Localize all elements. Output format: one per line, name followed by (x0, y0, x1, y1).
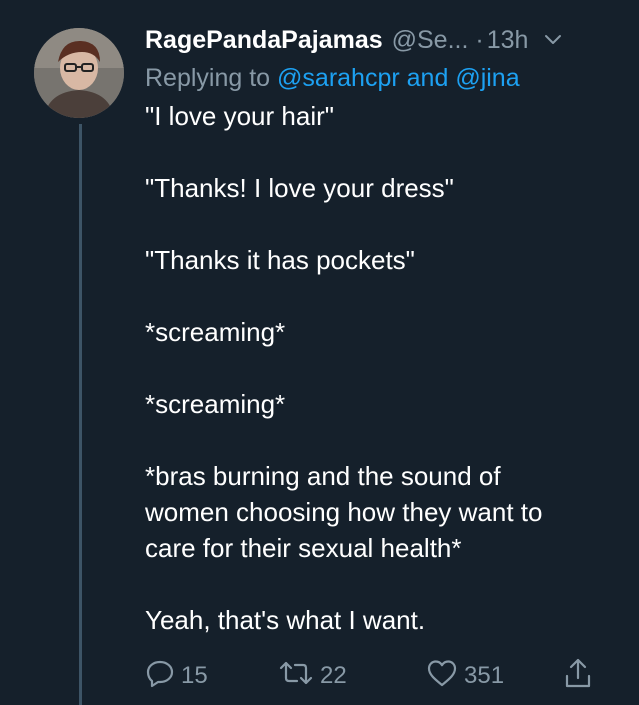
tweet-line: *screaming* (145, 389, 286, 419)
tweet-line: "Thanks! I love your dress" (145, 173, 454, 203)
share-button[interactable] (563, 656, 593, 696)
tweet-header: RagePandaPajamas @Se... · 13h (145, 22, 615, 58)
tweet-body: "I love your hair" "Thanks! I love your … (145, 98, 615, 638)
tweet: RagePandaPajamas @Se... · 13h Replying t… (145, 22, 615, 638)
replying-to: Replying to @sarahcpr and @jina (145, 58, 615, 98)
retweet-button[interactable]: 22 (278, 656, 347, 696)
avatar-image (34, 28, 124, 118)
reply-button[interactable]: 15 (145, 656, 208, 696)
chevron-down-icon[interactable] (542, 29, 564, 51)
mention-jina[interactable]: @jina (455, 64, 519, 92)
share-icon (563, 656, 593, 697)
user-handle[interactable]: @Se... (392, 26, 469, 55)
reply-icon (145, 658, 175, 695)
avatar[interactable] (34, 28, 124, 118)
tweet-line: care for their sexual health* (145, 533, 462, 563)
retweet-icon (278, 658, 314, 695)
tweet-line: women choosing how they want to (145, 497, 543, 527)
heart-icon (426, 658, 458, 695)
tweet-line: "I love your hair" (145, 101, 334, 131)
mention-sarahcpr[interactable]: @sarahcpr (277, 64, 400, 92)
tweet-line: Yeah, that's what I want. (145, 605, 426, 635)
like-button[interactable]: 351 (426, 656, 504, 696)
reply-prefix: Replying to (145, 64, 271, 92)
display-name[interactable]: RagePandaPajamas (145, 26, 383, 55)
separator-dot: · (475, 25, 484, 54)
retweet-count: 22 (320, 662, 347, 689)
tweet-actions: 15 22 351 (145, 656, 605, 696)
tweet-line: *bras burning and the sound of (145, 461, 501, 491)
timestamp[interactable]: 13h (487, 26, 529, 55)
reply-and: and (406, 64, 449, 92)
tweet-line: "Thanks it has pockets" (145, 245, 415, 275)
reply-count: 15 (181, 662, 208, 689)
like-count: 351 (464, 662, 505, 689)
tweet-line: *screaming* (145, 317, 286, 347)
thread-line (79, 124, 82, 705)
